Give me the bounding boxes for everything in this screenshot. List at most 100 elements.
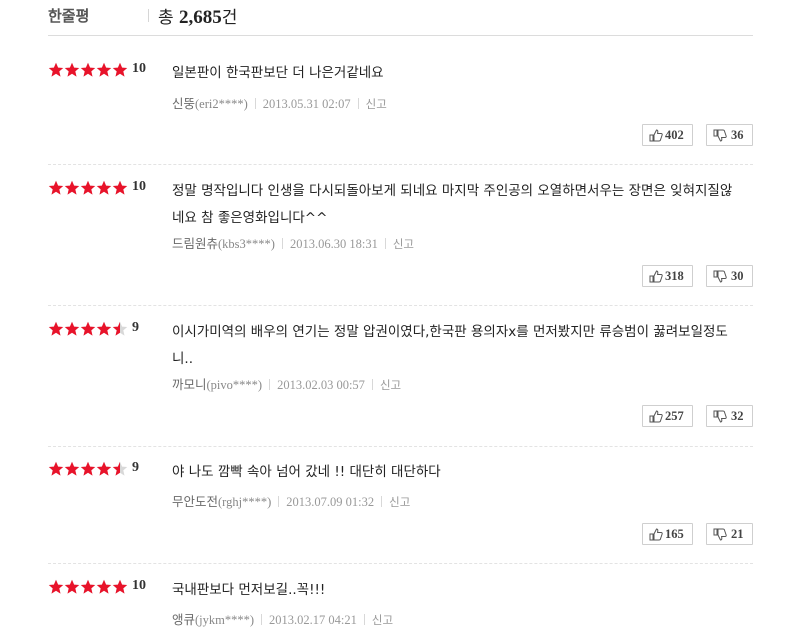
review-meta: 까모니(pivo****) 2013.02.03 00:57 신고 <box>172 374 401 393</box>
reviewer-nickname[interactable]: 까모니 <box>172 377 207 392</box>
review-date: 2013.05.31 02:07 <box>262 97 351 111</box>
review-meta: 무안도전(rghj****) 2013.07.09 01:32 신고 <box>172 491 410 510</box>
reviewer-nickname[interactable]: 앵큐 <box>172 612 195 627</box>
thumbs-up-icon <box>649 270 663 283</box>
rating-score: 9 <box>132 320 139 335</box>
meta-divider <box>381 496 383 507</box>
star-icon <box>80 180 96 195</box>
rating-score: 9 <box>132 460 139 475</box>
like-button[interactable]: 257 <box>642 405 693 427</box>
like-button[interactable]: 402 <box>642 124 693 146</box>
star-icon <box>112 180 128 195</box>
review-text: 일본판이 한국판보단 더 나은거같네요 <box>172 65 384 81</box>
rating-score: 10 <box>132 578 146 593</box>
star-rating <box>48 461 128 477</box>
meta-divider <box>357 98 359 109</box>
thumbs-up-icon <box>649 129 663 142</box>
star-icon <box>112 62 128 77</box>
dislike-count: 30 <box>731 269 744 283</box>
star-icon <box>96 461 112 476</box>
meta-divider <box>254 98 256 109</box>
review-count: 총 2,685건 <box>158 3 237 29</box>
like-count: 257 <box>665 409 684 423</box>
dislike-count: 32 <box>731 409 744 423</box>
star-icon <box>96 321 112 336</box>
meta-divider <box>261 614 263 625</box>
title-divider <box>148 9 149 22</box>
star-icon <box>80 62 96 77</box>
review-item: 10 국내판보다 먼저보길..꼭!!! 앵큐(jykm****) 2013.02.… <box>48 578 753 628</box>
like-button[interactable]: 165 <box>642 523 693 545</box>
dislike-button[interactable]: 36 <box>706 124 753 146</box>
dislike-button[interactable]: 32 <box>706 405 753 427</box>
rating-score: 10 <box>132 61 146 76</box>
meta-divider <box>371 379 373 390</box>
review-text: 야 나도 깜빡 속아 넘어 갔네 !! 대단히 대단하다 <box>172 464 441 480</box>
reviewer-id: (jykm****) <box>195 613 255 627</box>
section-title: 한줄평 <box>48 7 90 25</box>
reviewer-id: (pivo****) <box>206 378 263 392</box>
review-text: 정말 명작입니다 인생을 다시되돌아보게 되네요 마지막 주인공의 오열하면서우… <box>172 183 733 226</box>
review-meta: 앵큐(jykm****) 2013.02.17 04:21 신고 <box>172 609 393 628</box>
review-text: 이시가미역의 배우의 연기는 정말 압권이였다,한국판 용의자x를 먼저봤지만 … <box>172 324 728 367</box>
review-meta: 신뚱(eri2****) 2013.05.31 02:07 신고 <box>172 93 387 112</box>
star-icon <box>48 180 64 195</box>
review-header: 한줄평 총 2,685건 <box>48 0 753 36</box>
star-rating <box>48 321 128 337</box>
star-rating <box>48 62 128 78</box>
review-item: 10 정말 명작입니다 인생을 다시되돌아보게 되네요 마지막 주인공의 오열하… <box>48 179 753 306</box>
dislike-count: 36 <box>731 128 744 142</box>
rating-score: 10 <box>132 179 146 194</box>
reviewer-nickname[interactable]: 무안도전 <box>172 494 218 509</box>
like-count: 318 <box>665 269 684 283</box>
thumbs-down-icon <box>713 270 727 283</box>
thumbs-down-icon <box>713 129 727 142</box>
like-count: 165 <box>665 527 684 541</box>
report-link[interactable]: 신고 <box>372 613 393 627</box>
star-icon <box>64 461 80 476</box>
review-date: 2013.02.03 00:57 <box>277 378 365 392</box>
thumbs-down-icon <box>713 410 727 423</box>
count-prefix: 총 <box>158 8 174 28</box>
reviewer-nickname[interactable]: 신뚱 <box>172 96 195 111</box>
thumbs-down-icon <box>713 528 727 541</box>
star-icon <box>48 461 64 476</box>
review-date: 2013.07.09 01:32 <box>286 495 375 509</box>
star-rating <box>48 579 128 595</box>
star-icon <box>112 579 128 594</box>
star-icon <box>64 321 80 336</box>
reviewer-id: (eri2****) <box>195 97 248 111</box>
star-icon <box>48 321 64 336</box>
meta-divider <box>278 496 280 507</box>
like-count: 402 <box>665 128 684 142</box>
review-item: 10 일본판이 한국판보단 더 나은거같네요 신뚱(eri2****) 2013.… <box>48 61 753 165</box>
star-rating <box>48 180 128 196</box>
star-icon <box>64 180 80 195</box>
reviewer-nickname[interactable]: 드림원츄 <box>172 236 218 251</box>
star-icon <box>80 321 96 336</box>
review-date: 2013.06.30 18:31 <box>289 237 378 251</box>
review-meta: 드림원츄(kbs3****) 2013.06.30 18:31 신고 <box>172 233 414 252</box>
reviewer-id: (kbs3****) <box>218 237 275 251</box>
meta-divider <box>281 238 283 249</box>
dislike-button[interactable]: 21 <box>706 523 753 545</box>
dislike-count: 21 <box>731 527 744 541</box>
report-link[interactable]: 신고 <box>380 378 401 392</box>
review-item: 9 야 나도 깜빡 속아 넘어 갔네 !! 대단히 대단하다 무안도전(rghj… <box>48 460 753 564</box>
star-icon <box>96 62 112 77</box>
meta-divider <box>363 614 365 625</box>
star-icon <box>96 579 112 594</box>
count-value: 2,685 <box>179 7 222 28</box>
star-icon <box>112 321 128 336</box>
dislike-button[interactable]: 30 <box>706 265 753 287</box>
report-link[interactable]: 신고 <box>366 97 387 111</box>
report-link[interactable]: 신고 <box>393 237 414 251</box>
thumbs-up-icon <box>649 528 663 541</box>
count-suffix: 건 <box>221 8 238 28</box>
like-button[interactable]: 318 <box>642 265 693 287</box>
report-link[interactable]: 신고 <box>389 495 410 509</box>
star-icon <box>80 579 96 594</box>
meta-divider <box>384 238 386 249</box>
review-item: 9 이시가미역의 배우의 연기는 정말 압권이였다,한국판 용의자x를 먼저봤지… <box>48 320 753 447</box>
star-icon <box>64 62 80 77</box>
